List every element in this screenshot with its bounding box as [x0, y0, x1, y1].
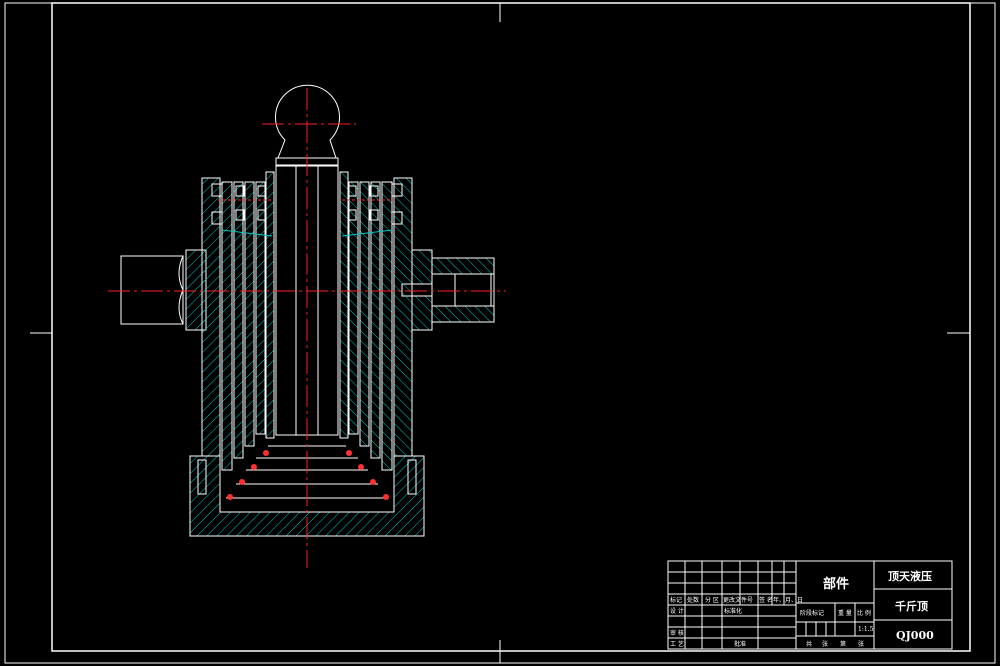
hydraulic-jack-section: [108, 84, 506, 568]
header-label-1: 处数: [687, 596, 699, 604]
sheet-label-sheet: 张: [858, 640, 864, 648]
header-label-5: 年、月、日: [773, 596, 803, 604]
product-name-line1: 顶天液压: [888, 569, 932, 583]
part-label: 部件: [823, 576, 849, 592]
drawing-code: QJ000: [896, 629, 934, 642]
product-name-line2: 千斤顶: [895, 599, 928, 613]
header-label-2: 分 区: [705, 596, 719, 604]
row-label-review: 审 核: [670, 629, 684, 637]
row-label-design: 设 计: [670, 607, 684, 615]
header-label-4: 签 名: [759, 596, 773, 604]
sheet-label-no: 第: [840, 640, 846, 648]
left-pipe: [120, 249, 207, 331]
mid-label-weight: 重 量: [838, 609, 852, 617]
sheet-label-sheets: 张: [822, 640, 828, 648]
cad-drawing-canvas: 部件 顶天液压 千斤顶 QJ000 1:1.5 标记 处数 分 区 更改文件号 …: [4, 2, 996, 664]
row-label-standard: 标准化: [724, 607, 742, 615]
sheet-border: [4, 2, 996, 664]
header-label-3: 更改文件号: [723, 596, 753, 604]
mid-label-scale: 比 例: [857, 609, 871, 617]
scale-value: 1:1.5: [858, 626, 874, 633]
row-label-approve: 批准: [734, 640, 746, 648]
mid-label-stage: 阶段标记: [800, 609, 824, 617]
header-label-0: 标记: [670, 596, 682, 604]
center-lines: [108, 88, 506, 568]
row-label-process: 工 艺: [670, 640, 684, 648]
sheet-label-total: 共: [806, 640, 812, 648]
right-port: [401, 249, 495, 331]
